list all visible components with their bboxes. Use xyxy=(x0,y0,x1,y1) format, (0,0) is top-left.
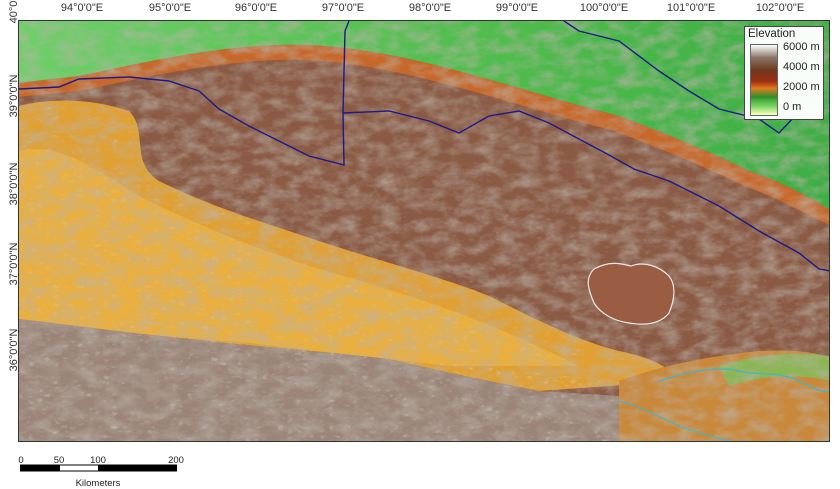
lon-label: 95°0'0"E xyxy=(148,2,192,14)
legend-color-ramp xyxy=(750,44,778,116)
scale-unit: Kilometers xyxy=(75,478,121,489)
legend-label: 2000 m xyxy=(783,81,820,93)
lon-label: 94°0'0"E xyxy=(60,2,104,14)
lon-label: 96°0'0"E xyxy=(234,2,278,14)
lat-label: 37°0'0"N xyxy=(8,242,20,286)
lat-label: 39°0'0"N xyxy=(8,74,20,118)
lon-label: 102°0'0"E xyxy=(755,2,805,14)
lon-label: 101°0'0"E xyxy=(666,2,716,14)
scale-label: 0 xyxy=(18,455,24,466)
legend-title: Elevation xyxy=(748,28,796,40)
lon-label: 97°0'0"E xyxy=(321,2,365,14)
lon-label: 99°0'0"E xyxy=(495,2,539,14)
lat-label: 40°0'0"N xyxy=(8,0,20,24)
elevation-legend: Elevation 6000 m 4000 m 2000 m 0 m xyxy=(744,26,824,120)
legend-label: 6000 m xyxy=(783,41,820,53)
elevation-map[interactable] xyxy=(18,20,830,442)
lon-label: 100°0'0"E xyxy=(579,2,629,14)
terrain-canvas xyxy=(19,21,829,441)
legend-label: 0 m xyxy=(783,101,802,113)
lon-label: 98°0'0"E xyxy=(408,2,452,14)
scale-label: 100 xyxy=(90,455,106,466)
legend-label: 4000 m xyxy=(783,61,820,73)
scale-label: 200 xyxy=(168,455,184,466)
scale-label: 50 xyxy=(53,455,65,466)
lat-label: 36°0'0"N xyxy=(8,328,20,372)
lat-label: 38°0'0"N xyxy=(8,162,20,206)
